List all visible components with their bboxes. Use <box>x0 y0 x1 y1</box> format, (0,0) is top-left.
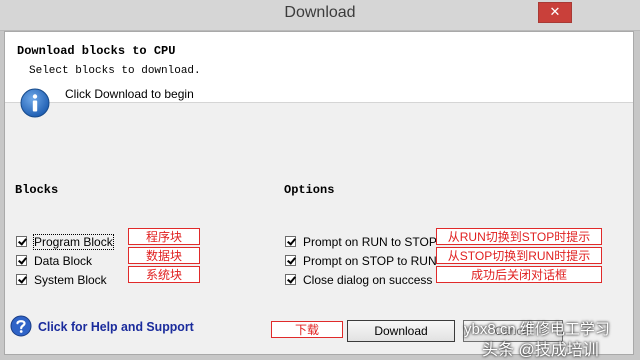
blocks-group-title: Blocks <box>15 183 59 197</box>
prompt-stop-to-run-label: Prompt on STOP to RUN <box>303 254 437 268</box>
title-bar: Download ✕ <box>0 0 640 31</box>
checkbox-checked-icon[interactable] <box>16 236 27 247</box>
annotation-data-block: 数据块 <box>128 247 200 264</box>
annotation-close-on-success: 成功后关闭对话框 <box>436 266 602 283</box>
info-icon <box>20 88 50 118</box>
info-message: Click Download to begin <box>65 87 194 101</box>
close-button[interactable]: ✕ <box>538 2 572 23</box>
download-button[interactable]: Download <box>347 320 455 342</box>
annotation-run-to-stop: 从RUN切换到STOP时提示 <box>436 228 602 245</box>
header-subtitle: Select blocks to download. <box>29 65 201 77</box>
annotation-download: 下载 <box>271 321 343 338</box>
annotation-stop-to-run: 从STOP切换到RUN时提示 <box>436 247 602 264</box>
system-block-label: System Block <box>34 273 107 287</box>
checkbox-checked-icon[interactable] <box>285 274 296 285</box>
annotation-system-block: 系统块 <box>128 266 200 283</box>
close-on-success-label: Close dialog on success <box>303 273 433 287</box>
prompt-run-to-stop-label: Prompt on RUN to STOP <box>303 235 437 249</box>
checkbox-checked-icon[interactable] <box>16 274 27 285</box>
checkbox-checked-icon[interactable] <box>285 255 296 266</box>
annotation-program-block: 程序块 <box>128 228 200 245</box>
program-block-label: Program Block <box>33 234 114 250</box>
help-icon[interactable] <box>10 315 32 337</box>
header-title: Download blocks to CPU <box>17 44 176 58</box>
data-block-label: Data Block <box>34 254 93 268</box>
checkbox-checked-icon[interactable] <box>285 236 296 247</box>
watermark-line2: 头条 @技成培训 <box>482 342 599 359</box>
checkbox-checked-icon[interactable] <box>16 255 27 266</box>
help-support-link[interactable]: Click for Help and Support <box>38 319 194 334</box>
options-group-title: Options <box>284 183 335 197</box>
